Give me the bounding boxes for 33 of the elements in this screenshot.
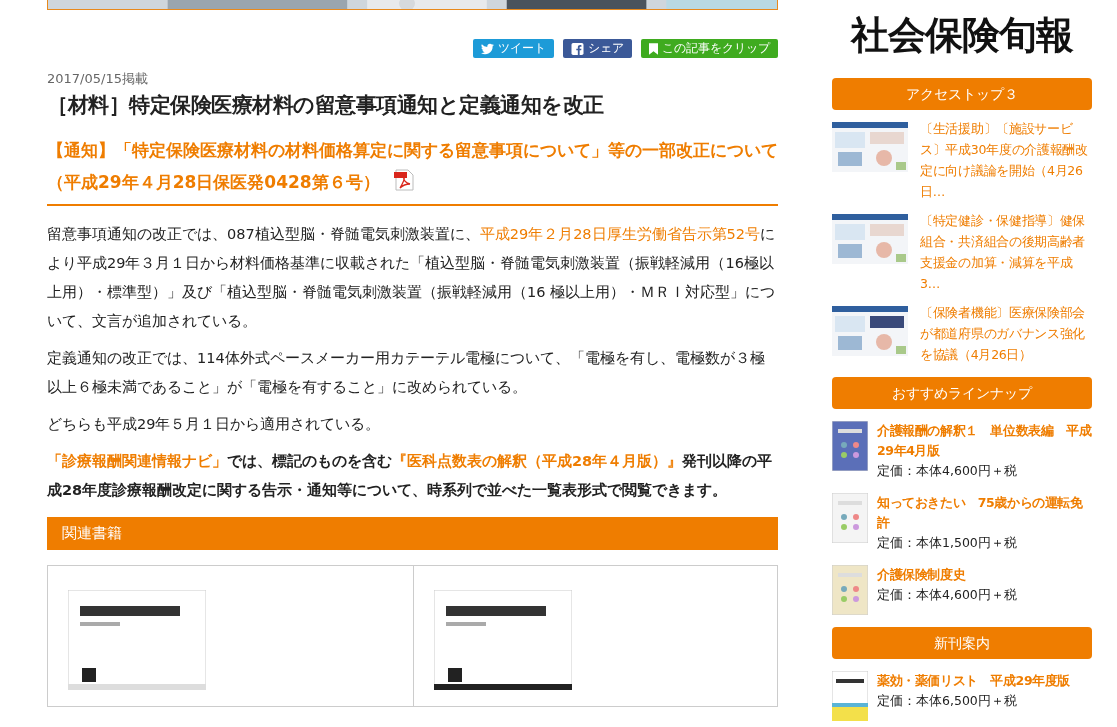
pdf-icon[interactable] bbox=[393, 169, 414, 191]
section-header: おすすめラインナップ bbox=[832, 377, 1092, 409]
navi-paragraph: 「診療報酬関連情報ナビ」では、標記のものを含む『医科点数表の解釈（平成28年４月版）』発刊以降の平成28年度診療報酬改定に関する告示・通知等について、時系列で並べた一覧表形式で閲覧できます。 bbox=[47, 452, 774, 500]
article-title: ［材料］特定保険医療材料の留意事項通知と定義通知を改正 bbox=[47, 92, 605, 119]
book-title-link[interactable]: 薬効・薬価リスト 平成29年度版 bbox=[877, 671, 1070, 691]
bird-icon bbox=[481, 42, 494, 55]
book-price: 定価：本体1,500円＋税 bbox=[877, 534, 1018, 552]
book-price: 定価：本体4,600円＋税 bbox=[877, 462, 1018, 480]
share-button[interactable]: ツイート bbox=[473, 39, 554, 58]
article-link[interactable]: 〔保険者機能〕医療保険部会が都道府県のガバナンス強化を協議（4月26日） bbox=[920, 302, 1092, 365]
text-link[interactable]: 「診療報酬関連情報ナビ」 bbox=[47, 453, 227, 469]
book-title-link[interactable]: 介護保険制度史 bbox=[877, 565, 1017, 585]
text-link[interactable]: 『医科点数表の解釈（平成28年４月版）』 bbox=[392, 453, 683, 469]
share-button[interactable]: この記事をクリップ bbox=[641, 39, 778, 58]
section-header: 新刊案内 bbox=[832, 627, 1092, 659]
article-link[interactable]: 〔特定健診・保健指導〕健保組合・共済組合の後期高齢者支援金の加算・減算を平成3… bbox=[920, 210, 1092, 294]
body-paragraph: 留意事項通知の改正では、087植込型脳・脊髄電気刺激装置に、平成29年２月28日厚生労働省告示第52号により平成29年３月１日から材料価格基準に収載された「植込型脳・脊髄電気刺激装置（振戦軽減用（16極以上用）・標準型）」及び「植込型脳・脊髄電気刺激装置（振戦軽減用（16 極以上用）・ＭＲＩ対応型」について、文言が追加されている。 bbox=[47, 225, 777, 331]
section-header: 関連書籍 bbox=[47, 517, 778, 550]
text-link[interactable]: 平成29年２月28日厚生労働省告示第52号 bbox=[479, 226, 761, 242]
bookmark-icon bbox=[649, 42, 658, 55]
body-paragraph: 定義通知の改正では、114体外式ペースメーカー用カテーテル電極について、「電極を有し、電極数が３極以上６極未満であること」が「電極を有すること」に改められている。 bbox=[47, 349, 766, 397]
facebook-icon bbox=[571, 42, 584, 55]
book-title-link[interactable]: 介護報酬の解釈１ 単位数表編 平成29年4月版 bbox=[877, 421, 1092, 461]
section-header: アクセストップ３ bbox=[832, 78, 1092, 110]
book-price: 定価：本体6,500円＋税 bbox=[877, 692, 1018, 710]
share-button[interactable]: シェア bbox=[563, 39, 632, 58]
notice-link[interactable]: 【通知】「特定保険医療材料の材料価格算定に関する留意事項について」等の一部改正について（平成29年４月28日保医発0428第６号） bbox=[47, 134, 778, 198]
article-link[interactable]: 〔生活援助〕〔施設サービス〕平成30年度の介護報酬改定に向け議論を開始（4月26日… bbox=[920, 118, 1092, 202]
book-title-link[interactable]: 知っておきたい 75歳からの運転免許 bbox=[877, 493, 1092, 533]
body-paragraph: どちらも平成29年５月１日から適用されている。 bbox=[47, 415, 382, 434]
book-price: 定価：本体4,600円＋税 bbox=[877, 586, 1017, 604]
site-logo[interactable]: 社会保険旬報 bbox=[832, 10, 1092, 60]
publish-date: 2017/05/15掲載 bbox=[47, 70, 149, 88]
